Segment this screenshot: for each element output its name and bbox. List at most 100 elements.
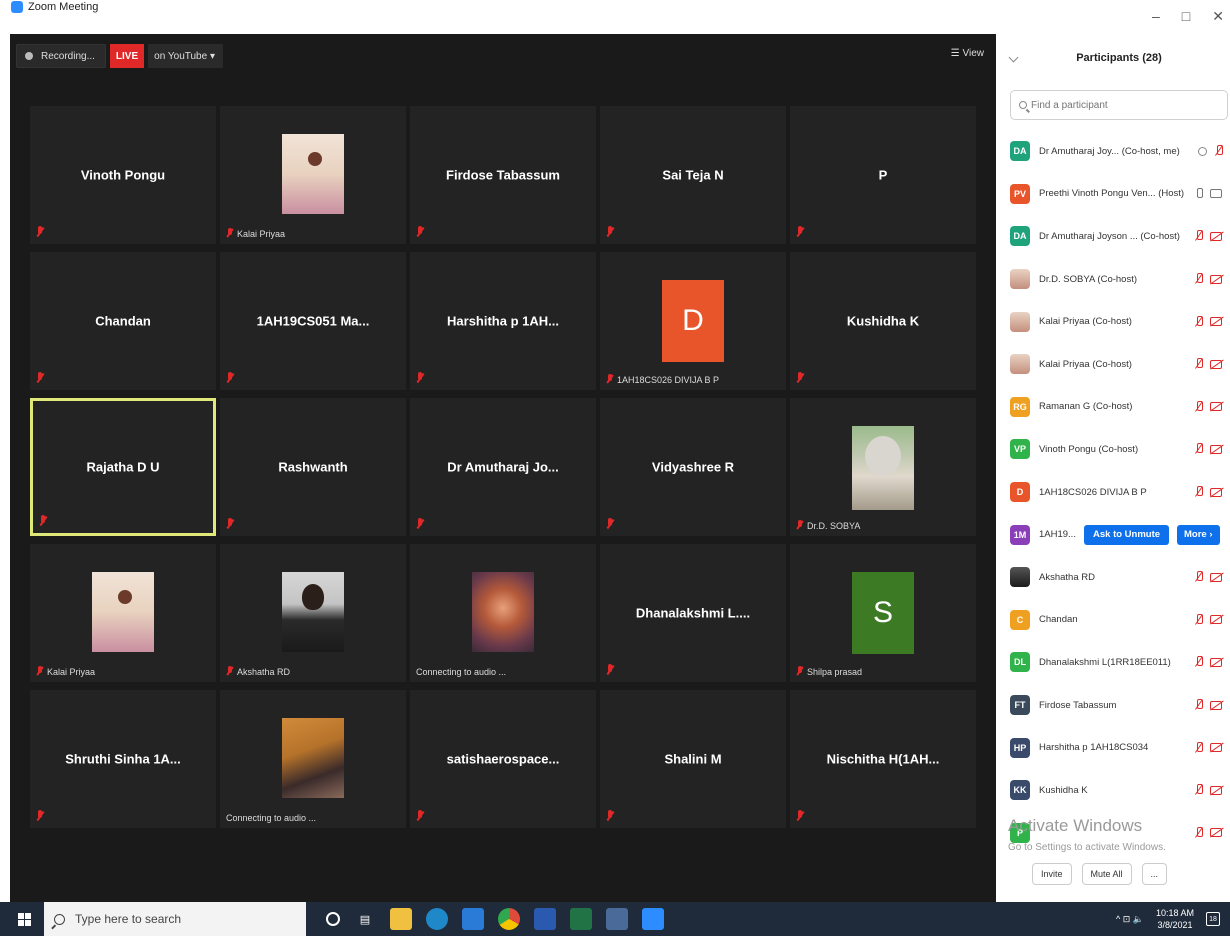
maximize-button[interactable]: □	[1182, 8, 1190, 25]
video-off-icon[interactable]	[1210, 274, 1222, 284]
participant-tile[interactable]: Rajatha D U	[30, 398, 216, 536]
participant-row[interactable]: D 1AH18CS026 DIVIJA B P	[996, 471, 1230, 514]
video-off-icon[interactable]	[1210, 657, 1222, 667]
mic-muted-icon[interactable]	[1195, 273, 1203, 285]
participant-tile[interactable]: Harshitha p 1AH...	[410, 252, 596, 390]
mic-muted-icon[interactable]	[1195, 315, 1203, 328]
participant-row[interactable]: C Chandan	[996, 599, 1230, 642]
task-view-icon[interactable]: ▤	[354, 908, 376, 930]
participant-row[interactable]: VP Vinoth Pongu (Co-host)	[996, 428, 1230, 471]
participant-row[interactable]: DA Dr Amutharaj Joy... (Co-host, me)	[996, 130, 1230, 173]
participant-row[interactable]: Kalai Priyaa (Co-host)	[996, 343, 1230, 386]
mic-muted-icon[interactable]	[1195, 613, 1203, 626]
participant-tile[interactable]: Rashwanth	[220, 398, 406, 536]
mic-icon[interactable]	[1195, 187, 1203, 200]
mic-muted-icon[interactable]	[1215, 145, 1223, 157]
mic-muted-icon[interactable]	[1195, 656, 1203, 668]
participant-search-input[interactable]	[1031, 99, 1211, 111]
participant-tile[interactable]: Kalai Priyaa	[30, 544, 216, 682]
participant-tile[interactable]: Shalini M	[600, 690, 786, 828]
video-off-icon[interactable]	[1210, 402, 1222, 412]
video-off-icon[interactable]	[1210, 359, 1222, 369]
zoom-taskbar-icon[interactable]	[642, 908, 664, 930]
mic-muted-icon[interactable]	[1195, 741, 1203, 754]
cortana-icon[interactable]	[326, 912, 340, 926]
participant-row[interactable]: DA Dr Amutharaj Joyson ... (Co-host)	[996, 215, 1230, 258]
excel-icon[interactable]	[570, 908, 592, 930]
participant-tile[interactable]: Vidyashree R	[600, 398, 786, 536]
taskbar-search[interactable]: Type here to search	[44, 902, 306, 936]
view-button[interactable]: ☰ View	[951, 48, 984, 59]
calculator-icon[interactable]	[606, 908, 628, 930]
participant-tile[interactable]: Vinoth Pongu	[30, 106, 216, 244]
video-off-icon[interactable]	[1210, 231, 1222, 241]
more-button[interactable]: More ›	[1177, 524, 1220, 545]
chrome-icon[interactable]	[498, 908, 520, 930]
participant-tile[interactable]: Kushidha K	[790, 252, 976, 390]
mic-muted-icon[interactable]	[1195, 230, 1203, 242]
participant-tile[interactable]: Connecting to audio ...	[220, 690, 406, 828]
participant-tile[interactable]: D 1AH18CS026 DIVIJA B P	[600, 252, 786, 390]
video-off-icon[interactable]	[1210, 487, 1222, 497]
participant-tile[interactable]: Nischitha H(1AH...	[790, 690, 976, 828]
participant-row[interactable]: P	[996, 812, 1230, 855]
mic-muted-icon[interactable]	[1195, 699, 1203, 711]
video-off-icon[interactable]	[1210, 828, 1222, 838]
participant-tile[interactable]: Dr Amutharaj Jo...	[410, 398, 596, 536]
participant-search[interactable]	[1010, 90, 1228, 120]
participant-tile[interactable]: Dr.D. SOBYA	[790, 398, 976, 536]
mic-muted-icon[interactable]	[1195, 571, 1203, 583]
participant-row[interactable]: DL Dhanalakshmi L(1RR18EE011)	[996, 641, 1230, 684]
more-options-button[interactable]: ...	[1141, 863, 1168, 885]
participant-tile[interactable]: Chandan	[30, 252, 216, 390]
mic-muted-icon[interactable]	[1195, 443, 1203, 455]
screen-share-icon[interactable]	[1198, 146, 1207, 156]
close-button[interactable]: ✕	[1212, 8, 1224, 25]
video-off-icon[interactable]	[1210, 615, 1222, 625]
video-icon[interactable]	[1210, 189, 1222, 199]
mic-muted-icon[interactable]	[1195, 358, 1203, 370]
participant-tile[interactable]: P	[790, 106, 976, 244]
participant-tile[interactable]: Akshatha RD	[220, 544, 406, 682]
video-off-icon[interactable]	[1210, 444, 1222, 454]
recording-indicator[interactable]: Recording...	[16, 44, 106, 68]
participant-tile[interactable]: Connecting to audio ...	[410, 544, 596, 682]
mic-muted-icon[interactable]	[1195, 400, 1203, 413]
participant-row[interactable]: FT Firdose Tabassum	[996, 684, 1230, 727]
participant-row[interactable]: Akshatha RD	[996, 556, 1230, 599]
youtube-dropdown[interactable]: on YouTube ▾	[148, 44, 223, 68]
video-off-icon[interactable]	[1210, 572, 1222, 582]
edge-icon[interactable]	[426, 908, 448, 930]
video-off-icon[interactable]	[1210, 700, 1222, 710]
participant-tile[interactable]: 1AH19CS051 Ma...	[220, 252, 406, 390]
participant-row[interactable]: KK Kushidha K	[996, 769, 1230, 812]
file-explorer-icon[interactable]	[390, 908, 412, 930]
mic-muted-icon[interactable]	[1195, 486, 1203, 498]
participant-row[interactable]: 1M 1AH19... Ask to Unmute More ›	[996, 513, 1230, 556]
tray-icons[interactable]: ^ ⊡ 🔈	[1116, 914, 1144, 925]
start-button[interactable]	[10, 902, 38, 936]
minimize-button[interactable]: –	[1152, 8, 1160, 25]
participant-tile[interactable]: Shruthi Sinha 1A...	[30, 690, 216, 828]
invite-button[interactable]: Invite	[1032, 863, 1072, 885]
participant-row[interactable]: HP Harshitha p 1AH18CS034	[996, 726, 1230, 769]
mute-all-button[interactable]: Mute All	[1081, 863, 1132, 885]
notification-icon[interactable]: 18	[1206, 912, 1220, 926]
mic-muted-icon[interactable]	[1195, 826, 1203, 839]
ask-to-unmute-button[interactable]: Ask to Unmute	[1084, 524, 1170, 545]
mail-icon[interactable]	[462, 908, 484, 930]
mic-muted-icon[interactable]	[1195, 784, 1203, 796]
participant-tile[interactable]: Kalai Priyaa	[220, 106, 406, 244]
participant-tile[interactable]: Sai Teja N	[600, 106, 786, 244]
participant-row[interactable]: RG Ramanan G (Co-host)	[996, 386, 1230, 429]
participant-tile[interactable]: Firdose Tabassum	[410, 106, 596, 244]
participant-row[interactable]: Dr.D. SOBYA (Co-host)	[996, 258, 1230, 301]
video-off-icon[interactable]	[1210, 785, 1222, 795]
participant-tile[interactable]: S Shilpa prasad	[790, 544, 976, 682]
clock[interactable]: 10:18 AM 3/8/2021	[1156, 907, 1194, 931]
participant-row[interactable]: PV Preethi Vinoth Pongu Ven... (Host)	[996, 173, 1230, 216]
video-off-icon[interactable]	[1210, 743, 1222, 753]
participant-row[interactable]: Kalai Priyaa (Co-host)	[996, 300, 1230, 343]
store-icon[interactable]	[534, 908, 556, 930]
video-off-icon[interactable]	[1210, 317, 1222, 327]
